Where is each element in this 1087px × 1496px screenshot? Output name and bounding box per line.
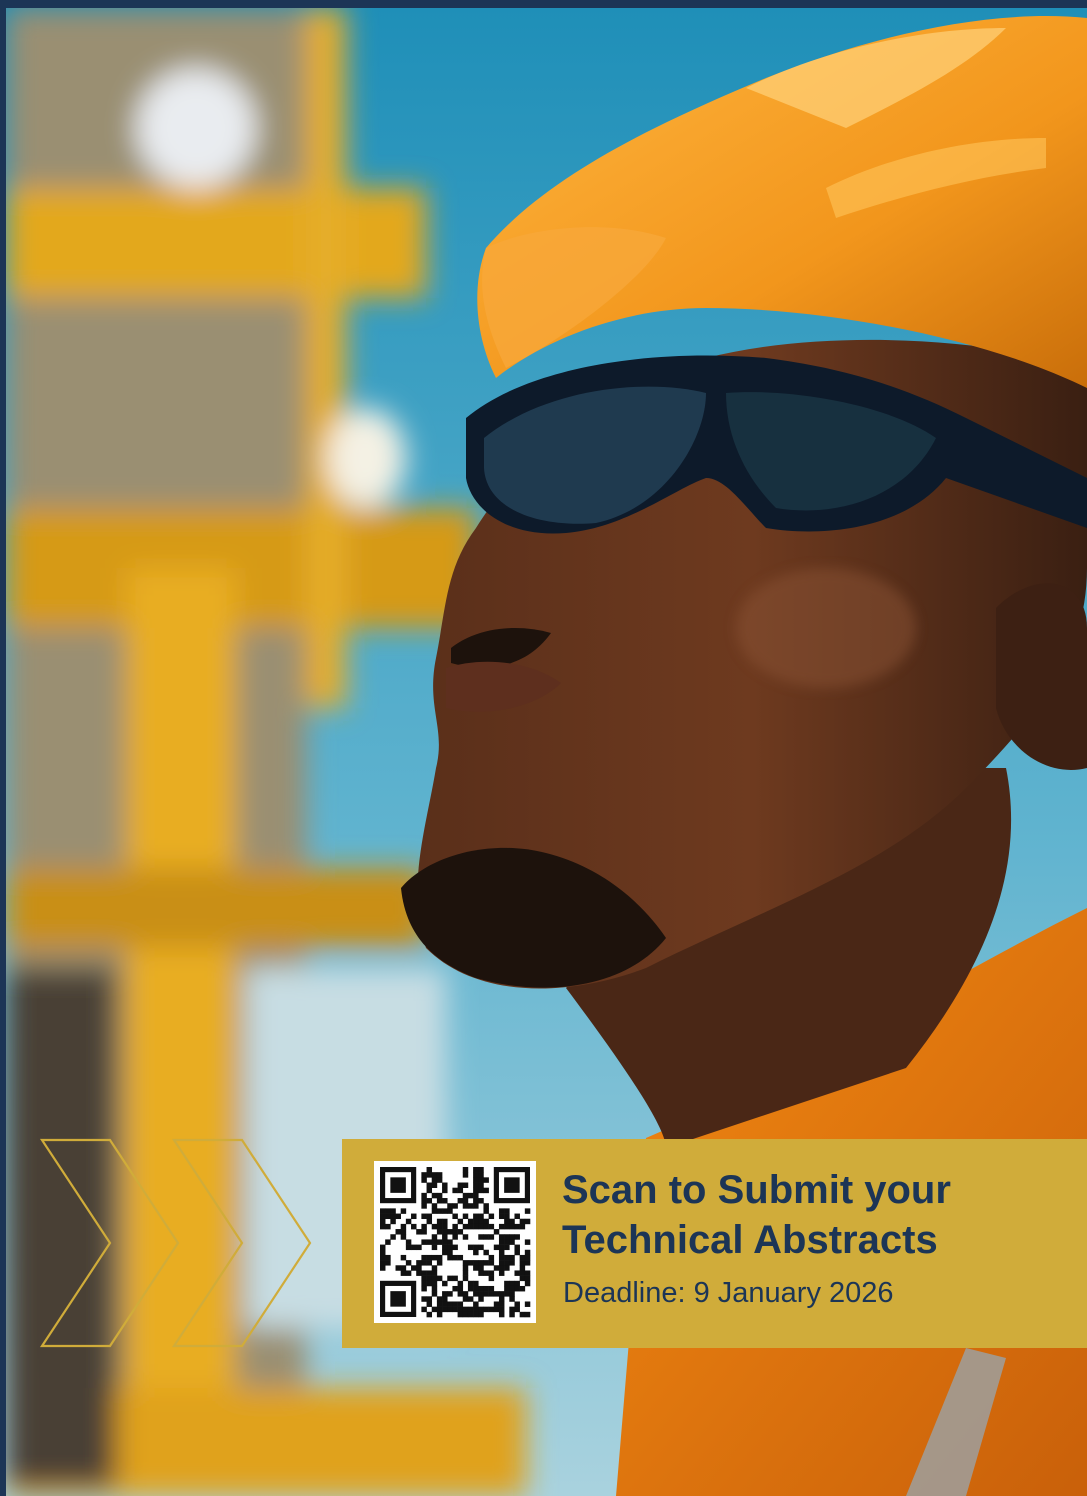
deadline-text: Deadline: 9 January 2026 (563, 1277, 894, 1309)
double-chevron-right-icon (39, 1138, 312, 1348)
submission-callout: Scan to Submit your Technical Abstracts … (342, 1139, 1087, 1348)
callout-title: Scan to Submit your Technical Abstracts (562, 1165, 1062, 1265)
abstracts-poster: Scan to Submit your Technical Abstracts … (0, 0, 1087, 1496)
qr-code-icon[interactable] (374, 1161, 536, 1323)
callout-title-line1: Scan to Submit your (562, 1168, 951, 1212)
callout-title-line2: Technical Abstracts (562, 1218, 938, 1262)
